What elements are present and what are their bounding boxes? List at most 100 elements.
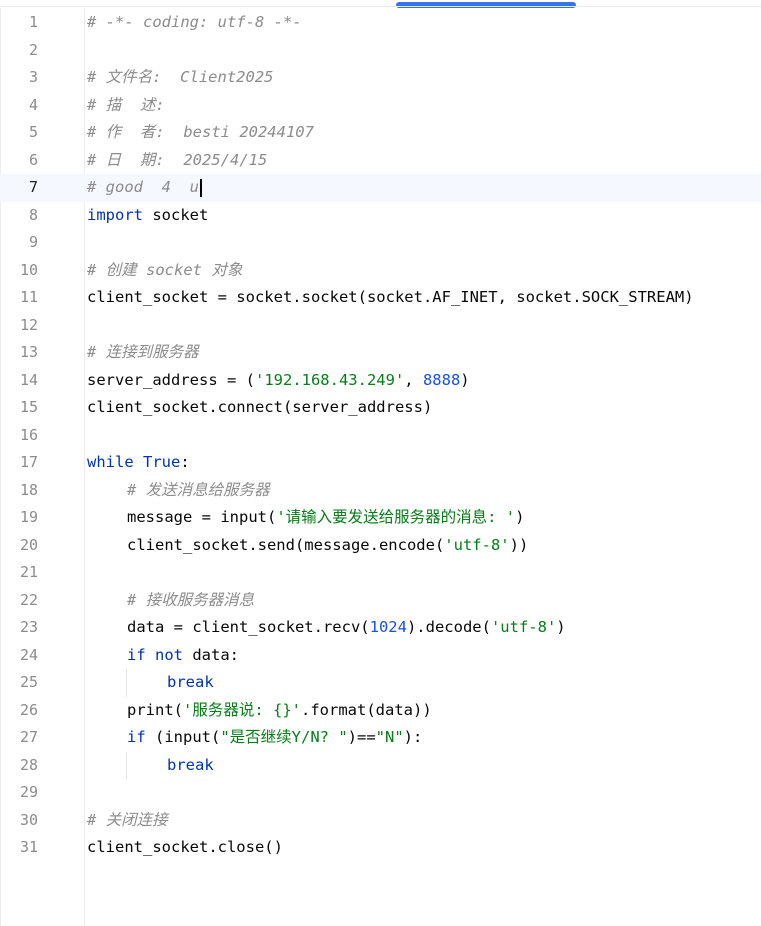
- line-text: server_address = ('192.168.43.249', 8888…: [87, 367, 470, 395]
- line-number[interactable]: 11: [0, 284, 38, 312]
- code-line[interactable]: 20 client_socket.send(message.encode('utf…: [0, 532, 761, 560]
- line-text: if (input("是否继续Y/N? ")=="N"):: [127, 724, 422, 752]
- code-token: )): [509, 535, 529, 554]
- editor-top-border: [0, 6, 761, 7]
- line-number[interactable]: 4: [0, 92, 38, 120]
- code-token: not: [155, 645, 184, 664]
- code-token: # -*- coding: utf-8 -*-: [87, 13, 302, 31]
- code-token: .format(data)): [301, 700, 432, 719]
- code-token: client_socket.close(): [87, 838, 283, 856]
- code-token: # good 4 u: [87, 178, 199, 196]
- line-number[interactable]: 9: [0, 229, 38, 257]
- line-number[interactable]: 29: [0, 779, 38, 807]
- code-area[interactable]: 1 # -*- coding: utf-8 -*- 2 3 # 文件名: Client2…: [0, 9, 761, 862]
- code-token: message = input(: [127, 508, 277, 526]
- code-line[interactable]: 19 message = input('请输入要发送给服务器的消息: '): [0, 504, 761, 532]
- line-text: # 文件名: Client2025: [87, 64, 273, 92]
- line-number[interactable]: 6: [0, 147, 38, 175]
- code-line[interactable]: 3 # 文件名: Client2025: [0, 64, 761, 92]
- line-number[interactable]: 3: [0, 64, 38, 92]
- code-token: socket: [143, 205, 209, 224]
- line-text: # 发送消息给服务器: [127, 477, 270, 505]
- code-token: ): [556, 618, 566, 636]
- line-number[interactable]: 19: [0, 504, 38, 532]
- code-token: # 发送消息给服务器: [127, 480, 270, 499]
- line-number[interactable]: 17: [0, 449, 38, 477]
- line-number[interactable]: 31: [0, 834, 38, 862]
- code-line[interactable]: 17 while True:: [0, 449, 761, 477]
- code-line[interactable]: 10 # 创建 socket 对象: [0, 257, 761, 285]
- code-line[interactable]: 21: [0, 559, 761, 587]
- code-token: while: [87, 453, 134, 471]
- code-line[interactable]: 26 print('服务器说: {}'.format(data)): [0, 697, 761, 725]
- line-text: # 日 期: 2025/4/15: [87, 147, 267, 175]
- horizontal-scrollbar-thumb[interactable]: [396, 2, 576, 8]
- code-line[interactable]: 6 # 日 期: 2025/4/15: [0, 147, 761, 175]
- code-token: ): [515, 508, 525, 526]
- line-number[interactable]: 30: [0, 807, 38, 835]
- code-line[interactable]: 2: [0, 37, 761, 65]
- line-number[interactable]: 13: [0, 339, 38, 367]
- code-line[interactable]: 1 # -*- coding: utf-8 -*-: [0, 9, 761, 37]
- line-text: break: [167, 669, 214, 697]
- code-line[interactable]: 13 # 连接到服务器: [0, 339, 761, 367]
- code-token: True: [143, 453, 181, 471]
- code-line[interactable]: 5 # 作 者: besti 20244107: [0, 119, 761, 147]
- line-number[interactable]: 27: [0, 724, 38, 752]
- code-line[interactable]: 23 data = client_socket.recv(1024).decode…: [0, 614, 761, 642]
- code-line[interactable]: 14 server_address = ('192.168.43.249', 88…: [0, 367, 761, 395]
- line-number[interactable]: 1: [0, 9, 38, 37]
- code-token: # 关闭连接: [87, 810, 168, 829]
- line-number[interactable]: 24: [0, 642, 38, 670]
- line-number[interactable]: 25: [0, 669, 38, 697]
- code-token: import: [87, 205, 143, 224]
- code-line[interactable]: 4 # 描 述:: [0, 92, 761, 120]
- line-number[interactable]: 15: [0, 394, 38, 422]
- line-number[interactable]: 7: [0, 174, 38, 202]
- code-token: )==: [347, 728, 376, 746]
- code-line[interactable]: 25 break: [0, 669, 761, 697]
- line-number[interactable]: 14: [0, 367, 38, 395]
- code-token: 8888: [422, 370, 461, 389]
- code-line[interactable]: 27 if (input("是否继续Y/N? ")=="N"):: [0, 724, 761, 752]
- line-text: # 接收服务器消息: [127, 587, 254, 615]
- line-number[interactable]: 5: [0, 119, 38, 147]
- line-number[interactable]: 23: [0, 614, 38, 642]
- code-token: client_socket = socket.socket(socket.AF_…: [87, 288, 694, 306]
- line-text: data = client_socket.recv(1024).decode('…: [127, 614, 566, 642]
- code-line[interactable]: 28 break: [0, 751, 761, 780]
- line-number[interactable]: 12: [0, 312, 38, 340]
- line-number[interactable]: 16: [0, 422, 38, 450]
- code-line[interactable]: 29: [0, 779, 761, 807]
- line-number[interactable]: 20: [0, 532, 38, 560]
- code-line[interactable]: 16: [0, 422, 761, 450]
- line-number[interactable]: 22: [0, 587, 38, 615]
- code-token: ):: [403, 728, 423, 746]
- code-token: '服务器说: {}': [183, 700, 301, 719]
- code-line[interactable]: 18 # 发送消息给服务器: [0, 477, 761, 505]
- code-line[interactable]: 24 if not data:: [0, 642, 761, 670]
- line-number[interactable]: 28: [0, 752, 38, 780]
- line-number[interactable]: 26: [0, 697, 38, 725]
- code-token: client_socket.connect(server_address): [87, 398, 433, 416]
- line-number[interactable]: 8: [0, 202, 38, 230]
- code-line[interactable]: 8 import socket: [0, 202, 761, 230]
- code-line[interactable]: 31 client_socket.close(): [0, 834, 761, 862]
- code-line[interactable]: 22 # 接收服务器消息: [0, 587, 761, 615]
- code-line[interactable]: 12: [0, 312, 761, 340]
- line-number[interactable]: 18: [0, 477, 38, 505]
- code-line[interactable]: 30 # 关闭连接: [0, 807, 761, 835]
- line-number[interactable]: 2: [0, 37, 38, 65]
- line-number[interactable]: 21: [0, 559, 38, 587]
- line-text: message = input('请输入要发送给服务器的消息: '): [127, 504, 525, 532]
- code-line[interactable]: 15 client_socket.connect(server_address): [0, 394, 761, 422]
- code-token: '请输入要发送给服务器的消息: ': [276, 508, 516, 526]
- code-line[interactable]: 7 # good 4 u: [0, 174, 761, 202]
- code-token: "是否继续Y/N? ": [220, 728, 348, 746]
- code-editor[interactable]: 1 # -*- coding: utf-8 -*- 2 3 # 文件名: Client2…: [0, 0, 761, 926]
- code-line[interactable]: 9: [0, 229, 761, 257]
- code-token: # 日 期: 2025/4/15: [87, 150, 268, 169]
- code-line[interactable]: 11 client_socket = socket.socket(socket.A…: [0, 284, 761, 312]
- line-number[interactable]: 10: [0, 257, 38, 285]
